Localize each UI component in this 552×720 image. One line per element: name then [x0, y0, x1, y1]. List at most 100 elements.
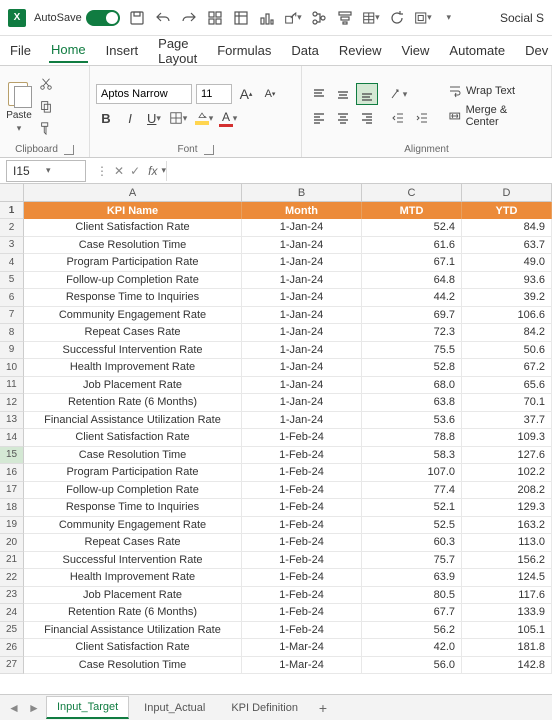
row-header[interactable]: 24	[0, 604, 24, 622]
row-header[interactable]: 19	[0, 517, 24, 535]
cell[interactable]: Case Resolution Time	[24, 657, 242, 675]
cell[interactable]: Job Placement Rate	[24, 377, 242, 395]
row-header[interactable]: 13	[0, 412, 24, 430]
cell[interactable]: 63.9	[362, 569, 462, 587]
cancel-icon[interactable]: ✕	[114, 164, 124, 178]
row-header[interactable]: 23	[0, 587, 24, 605]
qat-share-icon[interactable]: ▾	[284, 9, 302, 27]
align-top-button[interactable]	[308, 83, 330, 105]
align-middle-button[interactable]	[332, 83, 354, 105]
copy-button[interactable]	[36, 96, 56, 116]
redo-icon[interactable]	[180, 9, 198, 27]
cell[interactable]: 1-Feb-24	[242, 587, 362, 605]
row-header[interactable]: 22	[0, 569, 24, 587]
decrease-indent-button[interactable]	[388, 108, 408, 128]
qat-macro-icon[interactable]: ▾	[414, 9, 432, 27]
formula-input[interactable]	[166, 161, 552, 181]
cell[interactable]: Financial Assistance Utilization Rate	[24, 622, 242, 640]
cell[interactable]: 60.3	[362, 534, 462, 552]
row-header[interactable]: 21	[0, 552, 24, 570]
autosave-control[interactable]: AutoSave	[34, 10, 120, 26]
cell[interactable]: 105.1	[462, 622, 552, 640]
cell[interactable]: 1-Feb-24	[242, 517, 362, 535]
cell[interactable]: 1-Jan-24	[242, 359, 362, 377]
cell[interactable]: 67.1	[362, 254, 462, 272]
cell[interactable]: 1-Jan-24	[242, 342, 362, 360]
cell[interactable]: 52.8	[362, 359, 462, 377]
row-header[interactable]: 10	[0, 359, 24, 377]
qat-filter-icon[interactable]	[336, 9, 354, 27]
cell[interactable]: Successful Intervention Rate	[24, 552, 242, 570]
cell[interactable]: 1-Jan-24	[242, 237, 362, 255]
cell[interactable]: 1-Feb-24	[242, 552, 362, 570]
cell[interactable]: 78.8	[362, 429, 462, 447]
enter-icon[interactable]: ✓	[130, 164, 140, 178]
cell[interactable]: 1-Jan-24	[242, 289, 362, 307]
paste-button[interactable]: Paste ▾	[6, 78, 32, 134]
name-box[interactable]: I15▾	[6, 160, 86, 182]
header-cell[interactable]: YTD	[462, 202, 552, 219]
cell[interactable]: 181.8	[462, 639, 552, 657]
sheet-tab-input-target[interactable]: Input_Target	[46, 696, 129, 719]
align-left-button[interactable]	[308, 107, 330, 129]
cell[interactable]: 68.0	[362, 377, 462, 395]
cell[interactable]: 1-Jan-24	[242, 412, 362, 430]
cell[interactable]: 49.0	[462, 254, 552, 272]
row-header[interactable]: 17	[0, 482, 24, 500]
row-header[interactable]: 4	[0, 254, 24, 272]
tab-automate[interactable]: Automate	[447, 39, 507, 62]
cell[interactable]: 129.3	[462, 499, 552, 517]
cell[interactable]: Retention Rate (6 Months)	[24, 604, 242, 622]
underline-button[interactable]: U▾	[144, 108, 164, 128]
qat-pivot-icon[interactable]	[232, 9, 250, 27]
row-header[interactable]: 27	[0, 657, 24, 675]
cell[interactable]: 53.6	[362, 412, 462, 430]
row-header[interactable]: 20	[0, 534, 24, 552]
cell[interactable]: 56.0	[362, 657, 462, 675]
qat-grid-icon[interactable]	[206, 9, 224, 27]
cell[interactable]: Follow-up Completion Rate	[24, 482, 242, 500]
cell[interactable]: 102.2	[462, 464, 552, 482]
cell[interactable]: 52.5	[362, 517, 462, 535]
row-header[interactable]: 9	[0, 342, 24, 360]
clipboard-launcher[interactable]	[64, 145, 74, 155]
header-cell[interactable]: KPI Name	[24, 202, 242, 219]
tab-prev-icon[interactable]: ◄	[6, 701, 22, 715]
fx-icon[interactable]: fx	[144, 164, 161, 178]
tab-page-layout[interactable]: Page Layout	[156, 32, 199, 70]
align-center-button[interactable]	[332, 107, 354, 129]
cell[interactable]: 1-Mar-24	[242, 639, 362, 657]
merge-center-button[interactable]: Merge & Center	[444, 102, 545, 130]
cell[interactable]: 1-Jan-24	[242, 324, 362, 342]
font-name-select[interactable]	[96, 84, 192, 104]
select-all-corner[interactable]	[0, 184, 24, 202]
row-header[interactable]: 2	[0, 219, 24, 237]
cell[interactable]: 80.5	[362, 587, 462, 605]
cell[interactable]: 113.0	[462, 534, 552, 552]
increase-indent-button[interactable]	[412, 108, 432, 128]
cell[interactable]: 1-Feb-24	[242, 569, 362, 587]
cell[interactable]: 1-Jan-24	[242, 219, 362, 237]
italic-button[interactable]: I	[120, 108, 140, 128]
cell[interactable]: Community Engagement Rate	[24, 517, 242, 535]
align-right-button[interactable]	[356, 107, 378, 129]
tab-home[interactable]: Home	[49, 38, 88, 63]
cell[interactable]: 77.4	[362, 482, 462, 500]
cell[interactable]: Response Time to Inquiries	[24, 289, 242, 307]
row-header[interactable]: 11	[0, 377, 24, 395]
cell[interactable]: 117.6	[462, 587, 552, 605]
cell[interactable]: 1-Jan-24	[242, 272, 362, 290]
align-bottom-button[interactable]	[356, 83, 378, 105]
cell[interactable]: 1-Feb-24	[242, 534, 362, 552]
tab-next-icon[interactable]: ►	[26, 701, 42, 715]
cell[interactable]: 42.0	[362, 639, 462, 657]
row-header[interactable]: 15	[0, 447, 24, 465]
font-size-select[interactable]	[196, 84, 232, 104]
row-header[interactable]: 3	[0, 237, 24, 255]
orientation-button[interactable]: ▾	[388, 84, 408, 104]
fbar-dropdown-icon[interactable]: ⋮	[96, 164, 108, 178]
cell[interactable]: 75.7	[362, 552, 462, 570]
bold-button[interactable]: B	[96, 108, 116, 128]
cell[interactable]: Case Resolution Time	[24, 447, 242, 465]
cell[interactable]: Repeat Cases Rate	[24, 534, 242, 552]
